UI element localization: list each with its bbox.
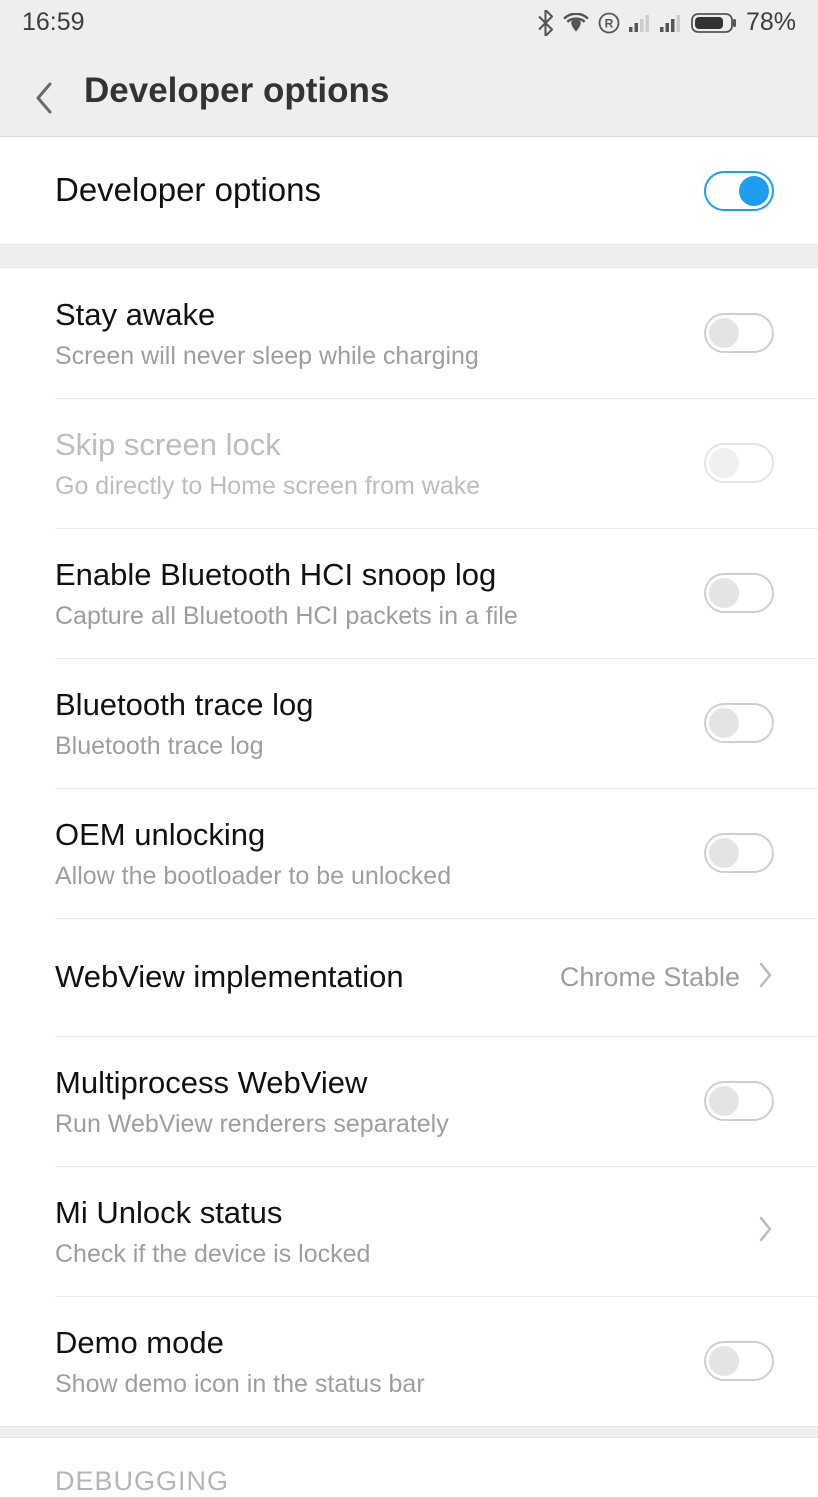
setting-row-enable-bluetooth-hci-snoop-log[interactable]: Enable Bluetooth HCI snoop log Capture al… xyxy=(0,528,818,658)
toggle-multiprocess-webview[interactable] xyxy=(704,1081,774,1121)
toggle-demo-mode[interactable] xyxy=(704,1341,774,1381)
subtitle-bluetooth-trace-log: Bluetooth trace log xyxy=(55,730,704,763)
battery-icon xyxy=(691,13,737,33)
toggle-enable-bluetooth-hci-snoop-log[interactable] xyxy=(704,573,774,613)
title-demo-mode: Demo mode xyxy=(55,1322,704,1364)
header-bar: Developer options xyxy=(0,45,818,137)
setting-row-skip-screen-lock[interactable]: Skip screen lock Go directly to Home scre… xyxy=(0,398,818,528)
title-skip-screen-lock: Skip screen lock xyxy=(55,424,704,466)
battery-percentage: 78% xyxy=(746,8,796,37)
subtitle-skip-screen-lock: Go directly to Home screen from wake xyxy=(55,470,704,503)
section-divider xyxy=(0,244,818,268)
section-header-row: DEBUGGING xyxy=(0,1438,818,1497)
title-mi-unlock-status: Mi Unlock status xyxy=(55,1192,758,1234)
r-circle-icon: R xyxy=(598,12,620,34)
signal1-icon xyxy=(629,14,651,32)
signal2-icon xyxy=(660,14,682,32)
toggle-oem-unlocking[interactable] xyxy=(704,833,774,873)
setting-row-webview-implementation[interactable]: WebView implementationChrome Stable xyxy=(0,918,818,1036)
subtitle-demo-mode: Show demo icon in the status bar xyxy=(55,1368,704,1401)
value-webview-implementation: Chrome Stable xyxy=(560,962,740,993)
wifi-icon xyxy=(563,13,589,33)
toggle-skip-screen-lock[interactable] xyxy=(704,443,774,483)
developer-options-master-toggle[interactable] xyxy=(704,171,774,211)
title-multiprocess-webview: Multiprocess WebView xyxy=(55,1062,704,1104)
title-enable-bluetooth-hci-snoop-log: Enable Bluetooth HCI snoop log xyxy=(55,554,704,596)
settings-list: Stay awake Screen will never sleep while … xyxy=(0,268,818,1426)
toggle-bluetooth-trace-log[interactable] xyxy=(704,703,774,743)
status-time: 16:59 xyxy=(22,8,85,37)
title-bluetooth-trace-log: Bluetooth trace log xyxy=(55,684,704,726)
subtitle-enable-bluetooth-hci-snoop-log: Capture all Bluetooth HCI packets in a f… xyxy=(55,600,704,633)
title-oem-unlocking: OEM unlocking xyxy=(55,814,704,856)
title-webview-implementation: WebView implementation xyxy=(55,956,560,998)
subtitle-mi-unlock-status: Check if the device is locked xyxy=(55,1238,758,1271)
setting-row-oem-unlocking[interactable]: OEM unlocking Allow the bootloader to be … xyxy=(0,788,818,918)
svg-text:R: R xyxy=(605,16,614,30)
status-bar: 16:59 R 78% xyxy=(0,0,818,45)
subtitle-multiprocess-webview: Run WebView renderers separately xyxy=(55,1108,704,1141)
developer-options-master-row[interactable]: Developer options xyxy=(0,137,818,244)
chevron-right-icon xyxy=(758,1215,774,1248)
back-icon[interactable] xyxy=(34,80,56,102)
toggle-stay-awake[interactable] xyxy=(704,313,774,353)
setting-row-multiprocess-webview[interactable]: Multiprocess WebView Run WebView renderer… xyxy=(0,1036,818,1166)
setting-row-mi-unlock-status[interactable]: Mi Unlock status Check if the device is l… xyxy=(0,1166,818,1296)
subtitle-oem-unlocking: Allow the bootloader to be unlocked xyxy=(55,860,704,893)
title-stay-awake: Stay awake xyxy=(55,294,704,336)
setting-row-stay-awake[interactable]: Stay awake Screen will never sleep while … xyxy=(0,268,818,398)
developer-options-master-label: Developer options xyxy=(55,168,704,213)
subtitle-stay-awake: Screen will never sleep while charging xyxy=(55,340,704,373)
setting-row-bluetooth-trace-log[interactable]: Bluetooth trace log Bluetooth trace log xyxy=(0,658,818,788)
section-header: DEBUGGING xyxy=(55,1466,229,1496)
setting-row-demo-mode[interactable]: Demo mode Show demo icon in the status ba… xyxy=(0,1296,818,1426)
chevron-right-icon xyxy=(758,961,774,994)
page-title: Developer options xyxy=(84,71,389,111)
section-divider xyxy=(0,1426,818,1438)
status-icons: R 78% xyxy=(537,8,796,37)
bluetooth-icon xyxy=(537,10,554,36)
